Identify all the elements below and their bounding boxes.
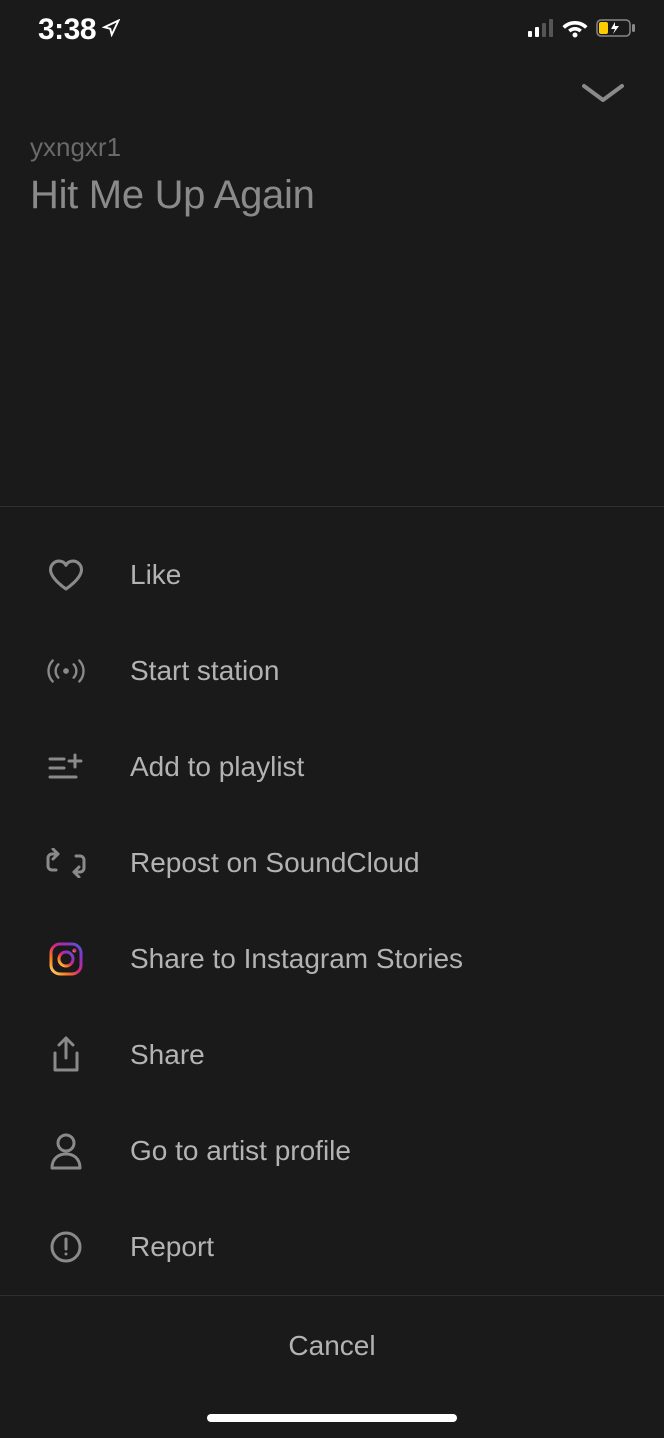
menu-item-artist-profile[interactable]: Go to artist profile [0,1103,664,1199]
cancel-label: Cancel [288,1330,375,1362]
menu-item-label: Like [130,559,181,591]
track-title: Hit Me Up Again [30,173,634,218]
report-icon [46,1227,86,1267]
menu-item-label: Add to playlist [130,751,304,783]
share-icon [46,1035,86,1075]
action-menu: Like Start station Add to playlist [0,507,664,1295]
menu-item-label: Share [130,1039,205,1071]
cellular-signal-icon [528,19,554,42]
station-icon [46,651,86,691]
repost-icon [46,843,86,883]
status-bar: 3:38 [0,0,664,60]
chevron-down-icon[interactable] [580,80,626,111]
menu-item-label: Start station [130,655,279,687]
heart-icon [46,555,86,595]
home-indicator[interactable] [207,1414,457,1422]
menu-item-repost[interactable]: Repost on SoundCloud [0,815,664,911]
cancel-button[interactable]: Cancel [0,1296,664,1396]
wifi-icon [562,18,588,43]
artist-name: yxngxr1 [30,132,634,163]
menu-item-instagram[interactable]: Share to Instagram Stories [0,911,664,1007]
menu-item-label: Go to artist profile [130,1135,351,1167]
status-bar-right [528,18,636,43]
menu-item-share[interactable]: Share [0,1007,664,1103]
menu-item-label: Share to Instagram Stories [130,943,463,975]
status-time: 3:38 [38,13,96,47]
profile-icon [46,1131,86,1171]
sheet-header: yxngxr1 Hit Me Up Again [0,60,664,218]
menu-item-report[interactable]: Report [0,1199,664,1295]
instagram-icon [46,939,86,979]
menu-item-label: Repost on SoundCloud [130,847,420,879]
battery-icon [596,19,636,42]
add-playlist-icon [46,747,86,787]
status-bar-left: 3:38 [38,13,120,47]
menu-item-add-playlist[interactable]: Add to playlist [0,719,664,815]
menu-item-label: Report [130,1231,214,1263]
location-icon [102,19,120,42]
menu-item-start-station[interactable]: Start station [0,623,664,719]
menu-item-like[interactable]: Like [0,527,664,623]
